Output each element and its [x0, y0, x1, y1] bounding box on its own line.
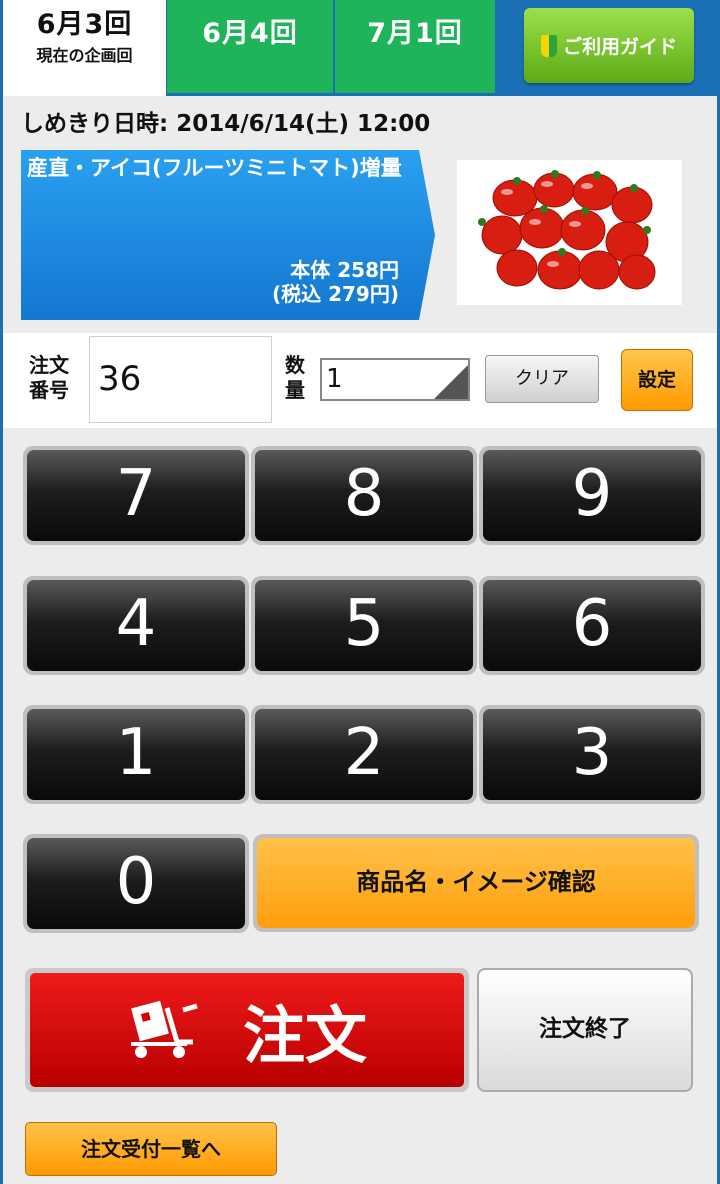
key-9[interactable]: 9	[479, 446, 705, 545]
key-1[interactable]: 1	[23, 705, 249, 804]
key-2[interactable]: 2	[251, 705, 477, 804]
set-button[interactable]: 設定	[621, 349, 693, 411]
product-image	[457, 160, 682, 305]
quantity-select[interactable]: 1	[320, 358, 470, 401]
key-4[interactable]: 4	[23, 576, 249, 675]
key-8-label: 8	[255, 450, 473, 541]
product-name: 産直・アイコ(フルーツミニトマト)増量	[27, 156, 402, 180]
key-7[interactable]: 7	[23, 446, 249, 545]
tab-current-title: 6月3回	[36, 9, 133, 40]
order-button-label: 注文	[242, 999, 367, 1072]
plan-tabs: 6月3回 現在の企画回 6月4回 7月1回 ご利用ガイド	[3, 0, 717, 96]
price-body: 本体 258円	[290, 258, 399, 282]
key-7-label: 7	[27, 450, 245, 541]
app-frame: 6月3回 現在の企画回 6月4回 7月1回 ご利用ガイド しめきり日時: 201…	[3, 0, 717, 1184]
key-6-label: 6	[483, 580, 701, 671]
order-number-field[interactable]: 36	[89, 336, 272, 423]
product-confirm-button[interactable]: 商品名・イメージ確認	[253, 834, 699, 932]
quantity-value: 1	[326, 364, 343, 394]
tab-plan-6-4[interactable]: 6月4回	[167, 0, 333, 93]
key-0[interactable]: 0	[23, 834, 249, 933]
key-8[interactable]: 8	[251, 446, 477, 545]
key-9-label: 9	[483, 450, 701, 541]
key-1-label: 1	[27, 709, 245, 800]
order-number-label: 注文番号	[29, 353, 79, 403]
key-3-label: 3	[483, 709, 701, 800]
product-banner: 産直・アイコ(フルーツミニトマト)増量 本体 258円 (税込 279円)	[21, 150, 435, 320]
key-0-label: 0	[27, 838, 245, 929]
dropdown-arrow-icon	[434, 365, 468, 399]
key-6[interactable]: 6	[479, 576, 705, 675]
price-with-tax: (税込 279円)	[272, 282, 399, 306]
usage-guide-label: ご利用ガイド	[562, 36, 677, 58]
beginner-mark-icon	[540, 34, 557, 57]
deadline-text: しめきり日時: 2014/6/14(土) 12:00	[21, 111, 431, 137]
cherry-tomato-image	[478, 170, 656, 290]
order-number-label-text: 注文番号	[29, 353, 69, 402]
key-4-label: 4	[27, 580, 245, 671]
order-button[interactable]: 注文	[25, 968, 469, 1092]
quantity-label-text: 数量	[285, 353, 305, 402]
order-list-button[interactable]: 注文受付一覧へ	[25, 1122, 277, 1176]
end-order-button[interactable]: 注文終了	[477, 968, 693, 1092]
tab-current-subtitle: 現在の企画回	[36, 46, 133, 65]
cart-icon	[130, 1000, 198, 1058]
key-5[interactable]: 5	[251, 576, 477, 675]
clear-button[interactable]: クリア	[485, 355, 599, 403]
product-confirm-label: 商品名・イメージ確認	[257, 838, 695, 928]
tab-plan-7-1[interactable]: 7月1回	[335, 0, 495, 93]
key-3[interactable]: 3	[479, 705, 705, 804]
order-input-row: 注文番号 36 数量 1 クリア 設定	[3, 333, 717, 428]
usage-guide-button[interactable]: ご利用ガイド	[524, 8, 694, 83]
key-2-label: 2	[255, 709, 473, 800]
product-price: 本体 258円 (税込 279円)	[272, 258, 399, 306]
key-5-label: 5	[255, 580, 473, 671]
tab-current-plan[interactable]: 6月3回 現在の企画回	[3, 0, 166, 96]
quantity-label: 数量	[285, 353, 310, 403]
